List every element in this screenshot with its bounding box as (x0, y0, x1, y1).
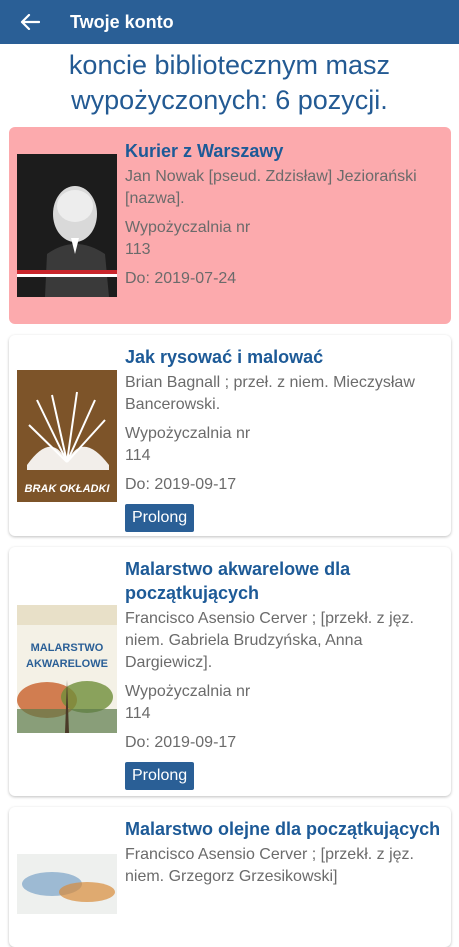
book-cover (17, 854, 117, 914)
loan-item-info: Kurier z Warszawy Jan Nowak [pseud. Zdzi… (125, 139, 443, 290)
book-title[interactable]: Malarstwo akwarelowe dla początkujących (125, 557, 443, 605)
book-branch: Wypożyczalnia nr 113 (125, 219, 251, 258)
book-title[interactable]: Jak rysować i malować (125, 345, 443, 369)
prolong-button[interactable]: Prolong (125, 762, 195, 790)
book-author: Brian Bagnall ; przeł. z niem. Mieczysła… (125, 374, 415, 413)
loan-summary: koncie bibliotecznym masz wypożyczonych:… (0, 48, 459, 118)
app-bar: Twoje konto (0, 0, 459, 44)
prolong-button[interactable]: Prolong (125, 504, 195, 532)
loan-item-info: Malarstwo akwarelowe dla początkujących … (125, 557, 443, 790)
svg-text:MALARSTWO: MALARSTWO (31, 642, 104, 654)
book-cover (17, 154, 117, 297)
book-title[interactable]: Malarstwo olejne dla początkujących (125, 817, 443, 841)
summary-line-2: wypożyczonych: 6 pozycji. (71, 85, 388, 115)
loan-item[interactable]: Malarstwo olejne dla początkujących Fran… (9, 807, 451, 947)
back-button[interactable] (0, 0, 60, 44)
page-title: Twoje konto (70, 11, 174, 32)
arrow-back-icon (20, 14, 40, 30)
book-author: Francisco Asensio Cerver ; [przekł. z ję… (125, 610, 414, 671)
loan-item[interactable]: MALARSTWO AKWARELOWE Malarstwo akwarelow… (9, 547, 451, 796)
book-due-date: Do: 2019-09-17 (125, 476, 237, 493)
summary-line-1: koncie bibliotecznym masz (68, 50, 391, 80)
loan-item[interactable]: BRAK OKŁADKI Jak rysować i malować Brian… (9, 335, 451, 536)
book-author: Jan Nowak [pseud. Zdzisław] Jeziorański … (125, 168, 417, 207)
loan-item-info: Malarstwo olejne dla początkujących Fran… (125, 817, 443, 888)
book-author: Francisco Asensio Cerver ; [przekł. z ję… (125, 846, 414, 885)
loan-item-info: Jak rysować i malować Brian Bagnall ; pr… (125, 345, 443, 532)
book-cover: MALARSTWO AKWARELOWE (17, 605, 117, 733)
book-due-date: Do: 2019-09-17 (125, 734, 237, 751)
book-branch: Wypożyczalnia nr 114 (125, 683, 251, 722)
book-cover: BRAK OKŁADKI (17, 370, 117, 502)
loan-item[interactable]: Kurier z Warszawy Jan Nowak [pseud. Zdzi… (9, 127, 451, 324)
svg-text:AKWARELOWE: AKWARELOWE (26, 658, 108, 670)
book-due-date: Do: 2019-07-24 (125, 270, 237, 287)
book-title[interactable]: Kurier z Warszawy (125, 139, 443, 163)
book-branch: Wypożyczalnia nr 114 (125, 425, 251, 464)
no-cover-text: BRAK OKŁADKI (25, 483, 111, 495)
